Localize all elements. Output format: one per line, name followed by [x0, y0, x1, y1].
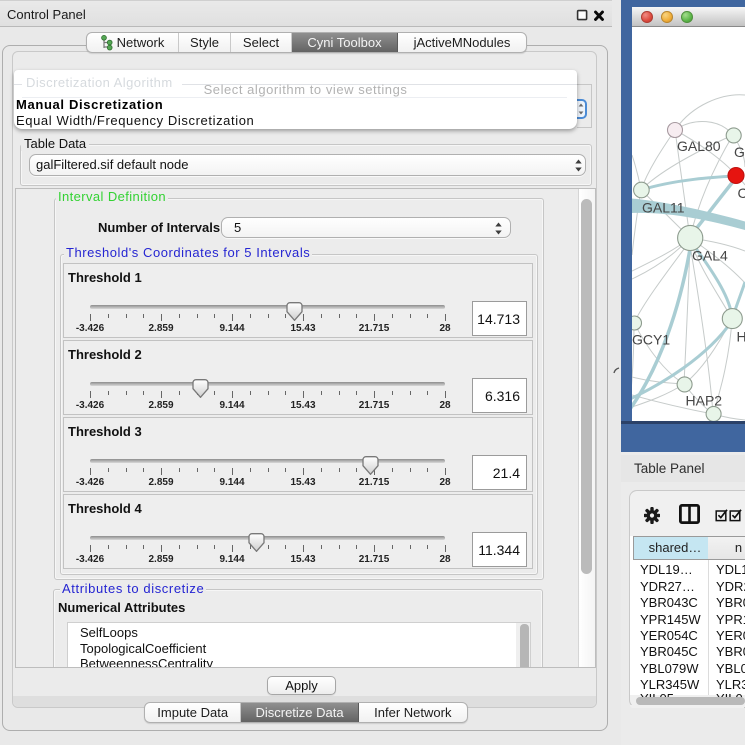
svg-text:GAL4: GAL4 — [692, 248, 728, 264]
svg-text:G.: G. — [734, 144, 745, 160]
svg-text:GCY1: GCY1 — [632, 332, 670, 348]
svg-text:H: H — [737, 329, 745, 345]
svg-text:GAL80: GAL80 — [677, 138, 721, 154]
svg-text:C: C — [738, 185, 745, 201]
svg-text:HAP2: HAP2 — [686, 393, 723, 409]
svg-text:GAL11: GAL11 — [642, 200, 685, 216]
